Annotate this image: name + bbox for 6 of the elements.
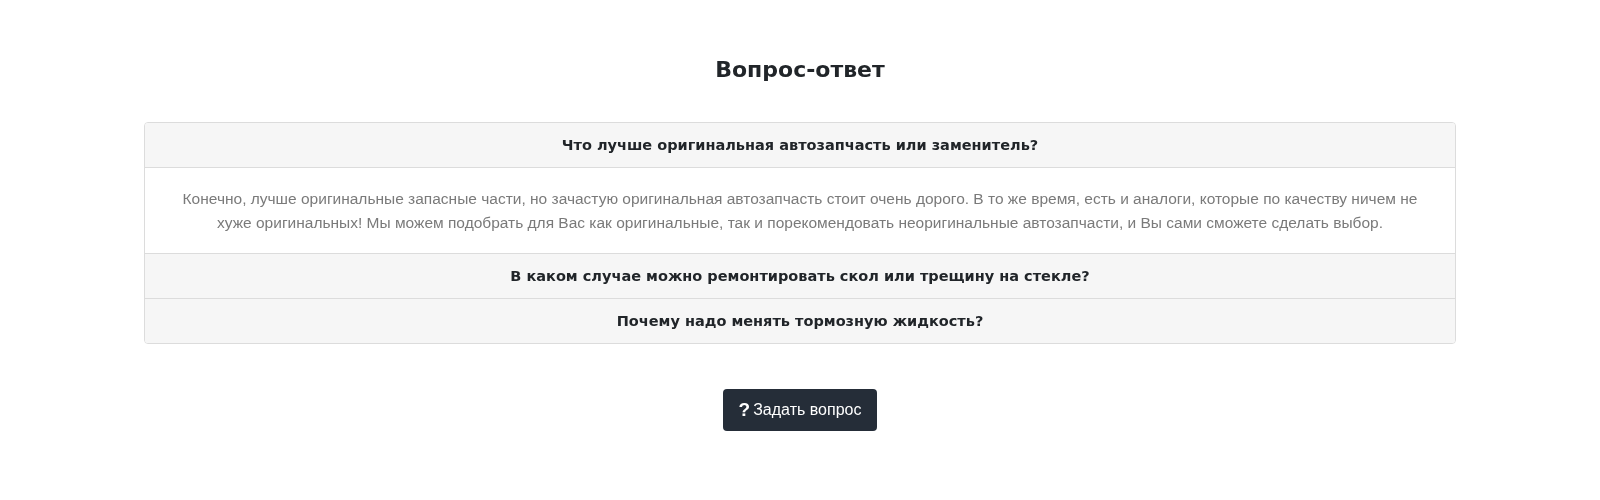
question-icon: ? [738, 399, 751, 421]
question-header[interactable]: В каком случае можно ремонтировать скол или трещину на стекле? [145, 253, 1455, 298]
ask-question-button[interactable]: ?Задать вопрос [722, 389, 878, 431]
section-title: Вопрос-ответ [715, 57, 885, 82]
question-header[interactable]: Почему надо менять тормозную жидкость? [145, 298, 1455, 343]
question-header[interactable]: Что лучше оригинальная автозапчасть или заменитель? [145, 123, 1455, 168]
